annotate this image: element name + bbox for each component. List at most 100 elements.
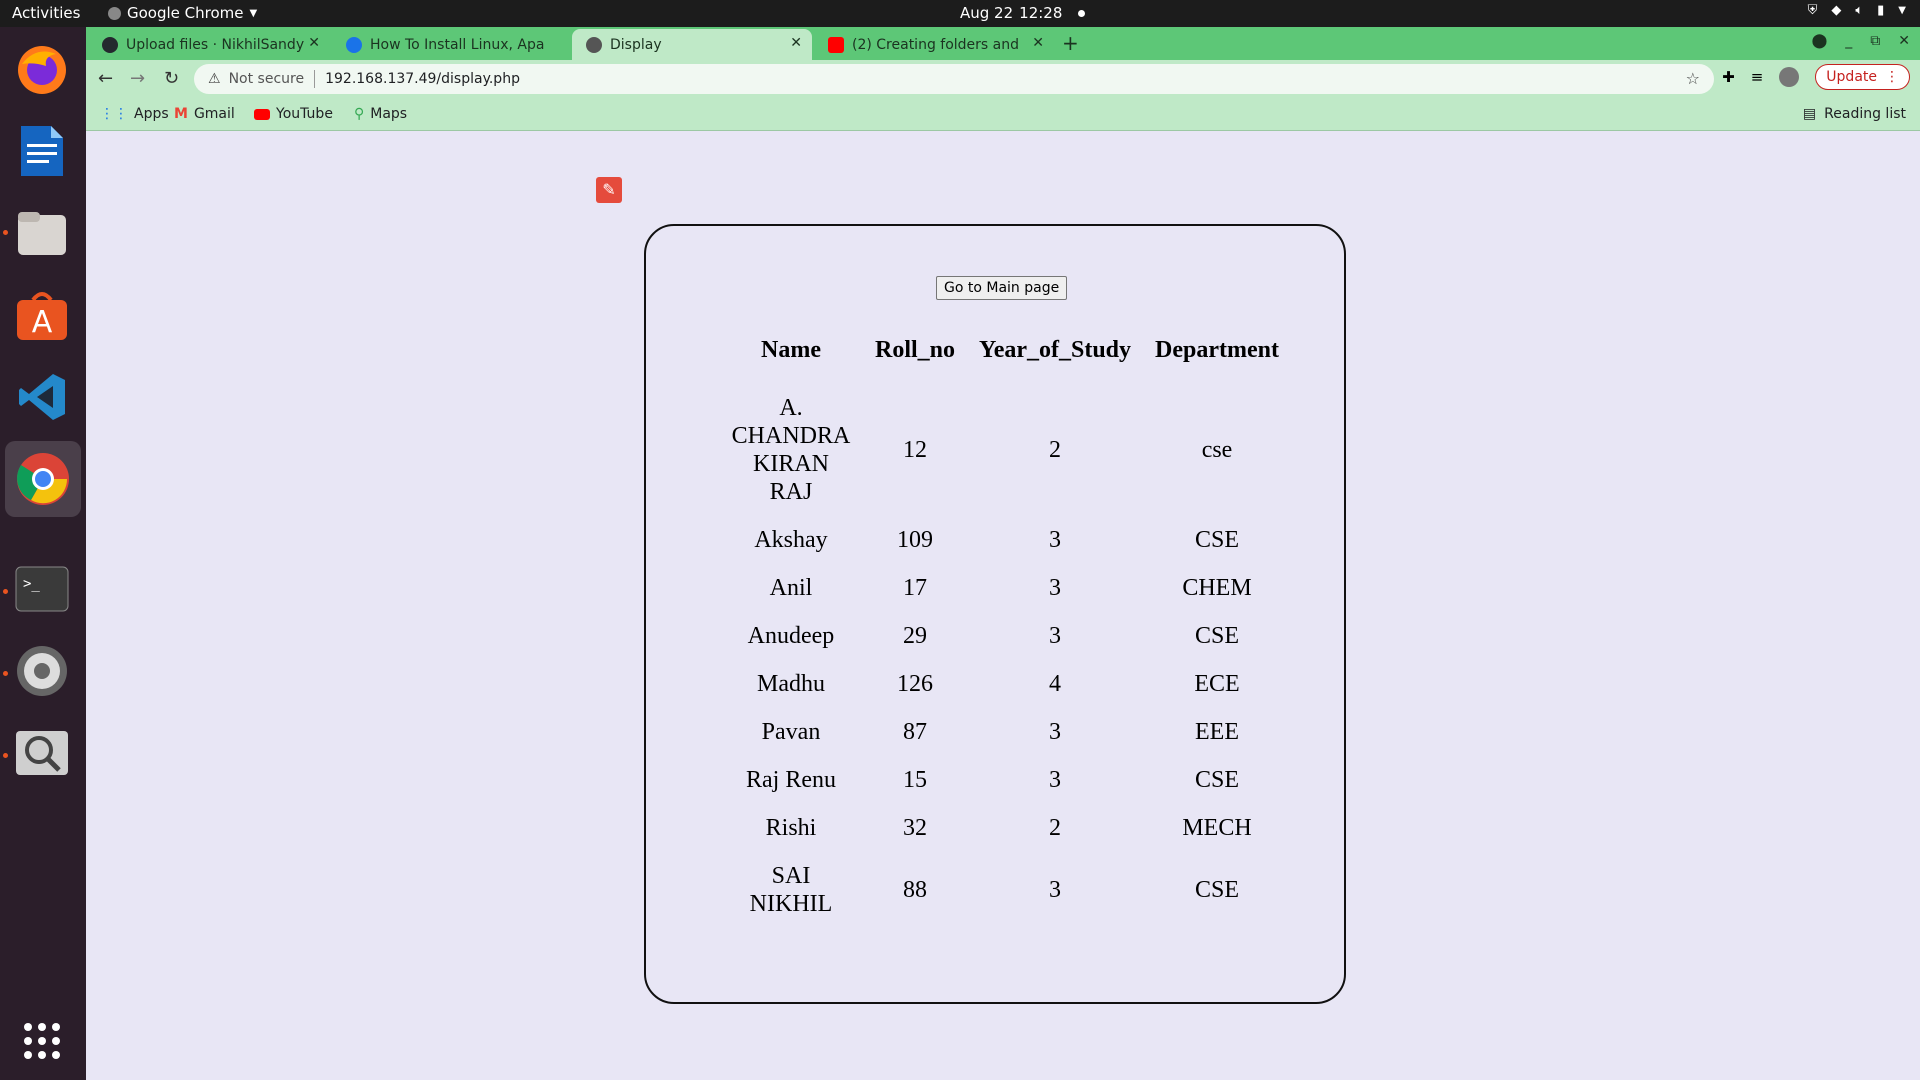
- table-row: Raj Renu 15 3 CSE: [730, 756, 1280, 804]
- students-table: Name Roll_no Year_of_Study Department A.…: [708, 336, 1302, 928]
- svg-text:>_: >_: [23, 576, 40, 592]
- cell-department: CHEM: [1182, 575, 1252, 601]
- extensions-icon[interactable]: ✚: [1722, 68, 1735, 86]
- cell-department: CSE: [1195, 527, 1240, 553]
- bookmark-star-icon[interactable]: ☆: [1686, 69, 1700, 88]
- profile-avatar[interactable]: [1779, 67, 1800, 87]
- cell-roll-no: 12: [903, 437, 927, 463]
- app-menu[interactable]: Google Chrome ▼: [108, 4, 257, 22]
- reading-list-icon: ▤: [1802, 106, 1817, 122]
- bookmark-label: YouTube: [276, 106, 333, 122]
- go-to-main-page-button[interactable]: Go to Main page: [936, 276, 1068, 300]
- column-header-roll-no: Roll_no: [875, 337, 956, 363]
- more-menu-icon: ⋮: [1885, 69, 1899, 85]
- app-center-icon[interactable]: A: [13, 286, 71, 344]
- cell-name: Rishi: [765, 815, 817, 841]
- cell-roll-no: 87: [903, 719, 927, 745]
- apps-grid-icon: ⋮⋮: [100, 106, 128, 122]
- bookmark-label: Gmail: [193, 106, 235, 122]
- close-icon[interactable]: ✕: [1032, 35, 1044, 51]
- not-secure-label[interactable]: Not secure: [229, 71, 305, 87]
- chrome-icon[interactable]: [5, 441, 81, 517]
- vscode-icon[interactable]: [13, 368, 71, 426]
- bookmark-label: Maps: [370, 106, 408, 122]
- update-button[interactable]: Update ⋮: [1815, 64, 1910, 90]
- cell-year: 3: [1049, 767, 1062, 793]
- chrome-window: Upload files · NikhilSandy ✕ How To Inst…: [86, 27, 1920, 1080]
- tab-search-icon[interactable]: ⬤: [1812, 33, 1828, 49]
- table-row: Anil 17 3 CHEM: [730, 564, 1280, 612]
- cell-name: Pavan: [761, 719, 821, 745]
- back-icon[interactable]: ←: [98, 68, 113, 89]
- cell-department: cse: [1201, 437, 1233, 463]
- cell-department: CSE: [1195, 877, 1240, 903]
- chrome-small-icon: [108, 6, 121, 20]
- address-bar[interactable]: ⚠ Not secure 192.168.137.49/display.php …: [194, 64, 1714, 94]
- cell-year: 3: [1049, 877, 1062, 903]
- settings-icon[interactable]: [13, 642, 71, 700]
- table-row: Pavan 87 3 EEE: [730, 708, 1280, 756]
- cell-year: 3: [1049, 527, 1062, 553]
- shield-icon: ⛨: [1807, 3, 1818, 18]
- tab-title: How To Install Linux, Apa: [370, 36, 545, 53]
- cell-year: 4: [1049, 671, 1062, 697]
- cell-name: A. CHANDRA KIRAN RAJ: [731, 395, 851, 505]
- cell-name: Anil: [769, 575, 813, 601]
- activities-button[interactable]: Activities: [12, 4, 80, 22]
- table-header-row: Name Roll_no Year_of_Study Department: [730, 336, 1280, 384]
- globe-icon: [586, 36, 602, 53]
- bookmark-apps[interactable]: ⋮⋮ Apps: [100, 106, 169, 122]
- media-queue-icon[interactable]: ≡: [1751, 68, 1764, 86]
- cell-roll-no: 32: [903, 815, 927, 841]
- writer-icon[interactable]: [13, 122, 71, 180]
- clock-date: Aug 22: [960, 4, 1014, 22]
- close-window-icon[interactable]: ✕: [1898, 33, 1910, 49]
- records-card: Go to Main page Name Roll_no Year_of_Stu…: [644, 224, 1346, 1004]
- maximize-icon[interactable]: ⧉: [1870, 33, 1880, 49]
- reload-icon[interactable]: ↻: [164, 68, 179, 89]
- column-header-department: Department: [1155, 337, 1279, 363]
- cell-year: 3: [1049, 575, 1062, 601]
- column-header-name: Name: [761, 337, 821, 363]
- url-text[interactable]: 192.168.137.49/display.php: [325, 71, 520, 87]
- files-icon[interactable]: [13, 204, 71, 262]
- cell-year: 2: [1049, 437, 1062, 463]
- cell-name: SAI NIKHIL: [749, 863, 833, 917]
- bookmark-label: Apps: [134, 106, 169, 122]
- window-controls: ⬤ _ ⧉ ✕: [1812, 33, 1910, 49]
- tab-upload-files[interactable]: Upload files · NikhilSandy ✕: [88, 29, 330, 60]
- table-row: Anudeep 29 3 CSE: [730, 612, 1280, 660]
- cell-name: Madhu: [757, 671, 825, 697]
- tab-creating-folders[interactable]: (2) Creating folders and u ✕: [814, 29, 1054, 60]
- volume-icon: 🔈︎: [1855, 3, 1864, 18]
- bookmark-maps[interactable]: ⚲ Maps: [354, 106, 407, 122]
- page-content: ✎ Go to Main page Name Roll_no Year_of_S…: [86, 131, 1920, 1080]
- cell-year: 3: [1049, 719, 1062, 745]
- tab-display[interactable]: Display ✕: [572, 29, 812, 60]
- close-icon[interactable]: ✕: [790, 35, 802, 51]
- bookmark-youtube[interactable]: YouTube: [254, 106, 333, 122]
- app-menu-label: Google Chrome: [127, 4, 244, 22]
- system-tray[interactable]: ⛨ ◆ 🔈︎ ▮ ▼: [1808, 3, 1906, 18]
- close-icon[interactable]: ✕: [308, 35, 320, 51]
- tab-title: (2) Creating folders and u: [852, 36, 1022, 53]
- table-row: Rishi 32 2 MECH: [730, 804, 1280, 852]
- screenshot-icon[interactable]: [13, 724, 71, 782]
- clock-time: 12:28: [1019, 4, 1063, 22]
- new-tab-button[interactable]: +: [1062, 31, 1079, 55]
- wifi-icon: ◆: [1831, 3, 1842, 18]
- tab-title: Upload files · NikhilSandy: [126, 36, 305, 53]
- bookmark-gmail[interactable]: M Gmail: [174, 106, 235, 122]
- cell-department: ECE: [1194, 671, 1240, 697]
- cell-roll-no: 15: [903, 767, 927, 793]
- cell-roll-no: 126: [897, 671, 933, 697]
- minimize-icon[interactable]: _: [1845, 33, 1852, 49]
- clock[interactable]: Aug 22 12:28: [960, 4, 1086, 22]
- show-apps-icon[interactable]: [13, 1012, 71, 1070]
- warning-icon[interactable]: ⚠: [208, 71, 221, 87]
- terminal-icon[interactable]: >_: [13, 560, 71, 618]
- chevron-down-icon: ▼: [1898, 5, 1906, 16]
- reading-list-button[interactable]: ▤ Reading list: [1803, 106, 1906, 122]
- firefox-icon[interactable]: [13, 41, 71, 99]
- forward-icon[interactable]: →: [130, 68, 145, 89]
